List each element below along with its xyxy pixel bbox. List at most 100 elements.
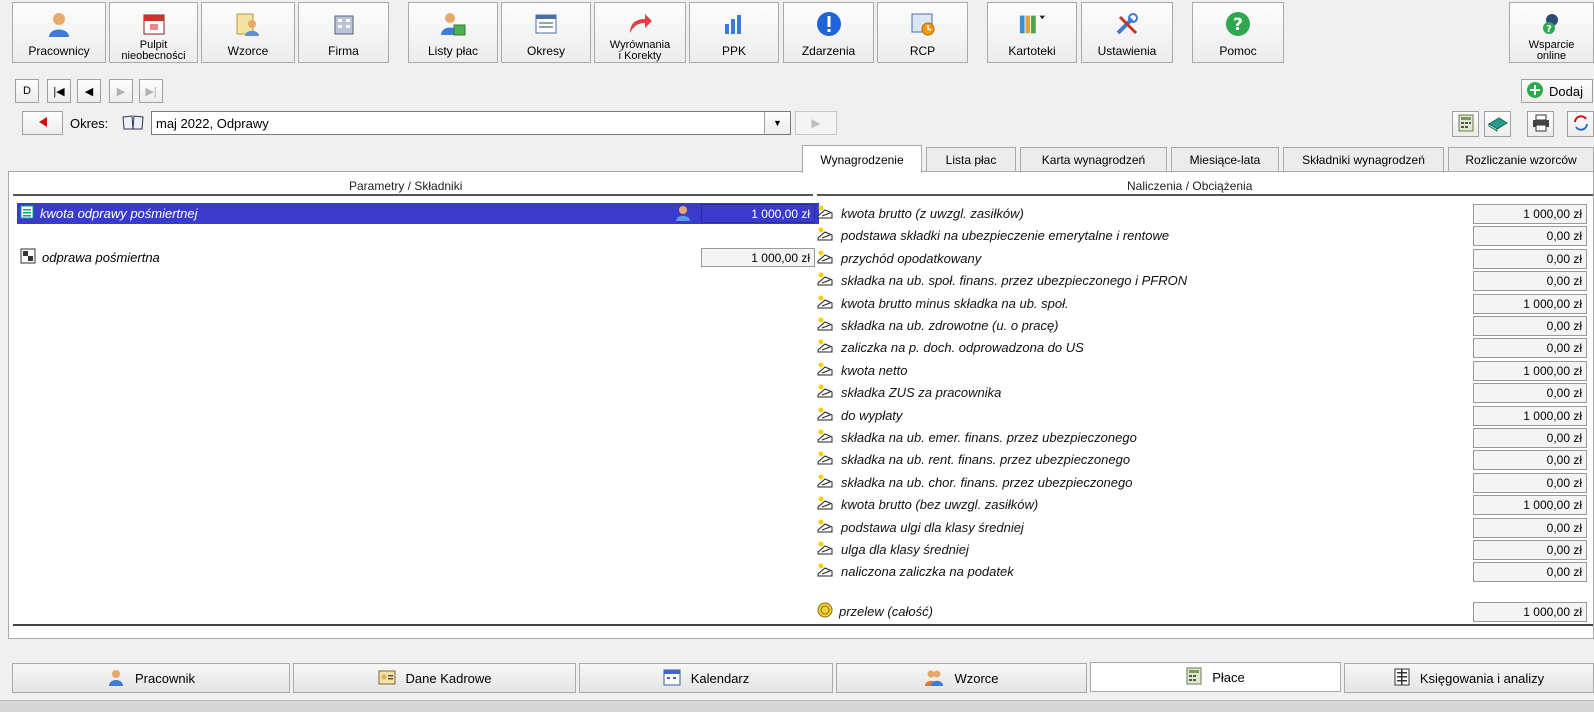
- bottom-tab-ksiegowania[interactable]: Księgowania i analizy: [1344, 663, 1594, 693]
- right-row-value[interactable]: 0,00 zł: [1473, 248, 1587, 269]
- right-row-value[interactable]: 1 000,00 zł: [1473, 495, 1587, 516]
- right-row-value[interactable]: 0,00 zł: [1473, 271, 1587, 292]
- right-row[interactable]: kwota brutto (z uwzgl. zasiłków) 1 000,00…: [817, 203, 1587, 224]
- right-row-name: zaliczka na p. doch. odprowadzona do US: [841, 340, 1084, 356]
- right-row-value[interactable]: 0,00 zł: [1473, 338, 1587, 359]
- pracownicy-button[interactable]: Pracownicy: [12, 2, 106, 63]
- calculation-icon: [817, 406, 835, 425]
- right-row[interactable]: kwota netto 1 000,00 zł: [817, 360, 1587, 381]
- pulpit-nieobecnosci-button[interactable]: Pulpit nieobecności: [109, 2, 198, 63]
- okres-select[interactable]: maj 2022, Odprawy ▼: [151, 111, 791, 135]
- right-row-value[interactable]: 0,00 zł: [1473, 316, 1587, 336]
- period-prev-button[interactable]: [22, 111, 63, 135]
- left-row-kwota-odprawy[interactable]: kwota odprawy pośmiertnej 1 000,00 zł: [17, 203, 819, 224]
- tab-miesiace-lata[interactable]: Miesiące-lata: [1171, 147, 1279, 171]
- right-row[interactable]: naliczona zaliczka na podatek 0,00 zł: [817, 561, 1587, 583]
- right-arrow-icon: ▶: [811, 116, 821, 130]
- dropdown-arrow-icon[interactable]: ▼: [764, 112, 790, 134]
- person-icon: [107, 668, 125, 689]
- zdarzenia-button[interactable]: Zdarzenia: [783, 2, 874, 63]
- right-row-przelew[interactable]: przelew (całość) 1 000,00 zł: [817, 601, 1587, 622]
- right-row[interactable]: do wypłaty 1 000,00 zł: [817, 405, 1587, 426]
- period-next-button[interactable]: ▶: [795, 111, 837, 135]
- bar-chart-icon: [720, 10, 748, 37]
- dodaj-label: Dodaj: [1549, 83, 1583, 99]
- right-row-value[interactable]: 0,00 zł: [1473, 383, 1587, 404]
- calendar-icon: [140, 10, 168, 37]
- right-row[interactable]: składka na ub. emer. finans. przez ubezp…: [817, 427, 1587, 448]
- right-row-value[interactable]: 1 000,00 zł: [1473, 405, 1587, 426]
- right-row-name: składka na ub. rent. finans. przez ubezp…: [841, 452, 1131, 468]
- last-record-button[interactable]: ▶|: [139, 79, 163, 103]
- dodaj-button[interactable]: Dodaj: [1521, 79, 1593, 103]
- prev-record-button[interactable]: ◀: [77, 79, 101, 103]
- right-row-value[interactable]: 0,00 zł: [1473, 226, 1587, 247]
- right-row[interactable]: kwota brutto (bez uwzgl. zasiłków) 1 000,…: [817, 494, 1587, 516]
- tab-skladniki-wynagrodzen[interactable]: Składniki wynagrodzeń: [1283, 147, 1444, 171]
- wzorce-button[interactable]: Wzorce: [201, 2, 295, 63]
- bottom-tab-dane-kadrowe[interactable]: Dane Kadrowe: [293, 663, 576, 693]
- right-row[interactable]: podstawa ulgi dla klasy średniej 0,00 zł: [817, 517, 1587, 538]
- right-row-name: do wypłaty: [841, 407, 903, 423]
- books-button[interactable]: [1484, 111, 1511, 137]
- redo-arrow-icon: [626, 10, 654, 37]
- bottom-tab-pracownik[interactable]: Pracownik: [12, 663, 290, 693]
- right-row[interactable]: składka na ub. zdrowotne (u. o pracę) 0,0…: [817, 315, 1587, 336]
- tab-wynagrodzenie[interactable]: Wynagrodzenie: [802, 145, 922, 173]
- new-record-button[interactable]: D: [15, 79, 39, 103]
- right-row-value[interactable]: 1 000,00 zł: [1473, 360, 1587, 381]
- right-row[interactable]: składka na ub. społ. finans. przez ubezp…: [817, 270, 1587, 292]
- right-row[interactable]: składka na ub. rent. finans. przez ubezp…: [817, 449, 1587, 471]
- right-row[interactable]: ulga dla klasy średniej 0,00 zł: [817, 539, 1587, 560]
- right-row[interactable]: składka na ub. chor. finans. przez ubezp…: [817, 472, 1587, 493]
- bottom-tab-wzorce[interactable]: Wzorce: [836, 663, 1087, 693]
- bottom-tab-place[interactable]: Płace: [1090, 662, 1341, 692]
- bottom-tab-label: Księgowania i analizy: [1419, 670, 1545, 686]
- left-column-header: Parametry / Składniki: [349, 179, 463, 193]
- left-row-value[interactable]: 1 000,00 zł: [701, 204, 815, 223]
- right-row[interactable]: kwota brutto minus składka na ub. społ. 1…: [817, 293, 1587, 314]
- print-button[interactable]: [1527, 111, 1554, 137]
- right-row[interactable]: składka ZUS za pracownika 0,00 zł: [817, 382, 1587, 404]
- wsparcie-online-button[interactable]: ? Wsparcie online: [1509, 2, 1594, 63]
- right-row-value[interactable]: 0,00 zł: [1473, 450, 1587, 471]
- kartoteki-button[interactable]: Kartoteki: [987, 2, 1077, 63]
- list-icon: [20, 205, 34, 222]
- left-row-odprawa[interactable]: odprawa pośmiertna 1 000,00 zł: [17, 247, 819, 268]
- calculation-icon: [817, 316, 835, 335]
- refresh-button[interactable]: [1567, 111, 1594, 137]
- tab-lista-plac[interactable]: Lista płac: [926, 147, 1016, 171]
- left-row-value[interactable]: 1 000,00 zł: [701, 248, 815, 267]
- calculation-icon: [817, 473, 835, 492]
- przelew-value[interactable]: 1 000,00 zł: [1473, 602, 1587, 622]
- tab-karta-wynagrodzen[interactable]: Karta wynagrodzeń: [1020, 147, 1167, 171]
- ppk-button[interactable]: PPK: [689, 2, 779, 63]
- pomoc-button[interactable]: ? Pomoc: [1192, 2, 1284, 63]
- next-record-button[interactable]: ▶: [109, 79, 133, 103]
- right-row[interactable]: podstawa składki na ubezpieczenie emeryt…: [817, 225, 1587, 247]
- ustawienia-button[interactable]: Ustawienia: [1081, 2, 1173, 63]
- right-row-value[interactable]: 0,00 zł: [1473, 517, 1587, 538]
- right-row-value[interactable]: 0,00 zł: [1473, 562, 1587, 583]
- right-row[interactable]: zaliczka na p. doch. odprowadzona do US 0…: [817, 337, 1587, 359]
- plus-icon: [1526, 81, 1544, 102]
- tab-rozliczanie-wzorcow[interactable]: Rozliczanie wzorców: [1448, 147, 1594, 171]
- firma-button[interactable]: Firma: [298, 2, 389, 63]
- right-row-value[interactable]: 1 000,00 zł: [1473, 293, 1587, 314]
- right-row-value[interactable]: 0,00 zł: [1473, 428, 1587, 448]
- right-row[interactable]: przychód opodatkowany 0,00 zł: [817, 248, 1587, 269]
- bottom-tab-kalendarz[interactable]: Kalendarz: [579, 663, 833, 693]
- okresy-button[interactable]: Okresy: [501, 2, 591, 63]
- listy-plac-button[interactable]: Listy płac: [408, 2, 498, 63]
- firma-label: Firma: [328, 43, 359, 58]
- right-row-name: przychód opodatkowany: [841, 250, 982, 266]
- wyrownania-korekty-button[interactable]: Wyrównania i Korekty: [594, 2, 686, 63]
- right-row-value[interactable]: 0,00 zł: [1473, 540, 1587, 560]
- calculation-icon: [817, 271, 835, 290]
- right-row-value[interactable]: 0,00 zł: [1473, 472, 1587, 493]
- right-row-value[interactable]: 1 000,00 zł: [1473, 204, 1587, 224]
- calculator-button[interactable]: [1452, 111, 1479, 137]
- id-card-icon: [378, 668, 396, 689]
- rcp-button[interactable]: RCP: [877, 2, 968, 63]
- first-record-button[interactable]: |◀: [47, 79, 71, 103]
